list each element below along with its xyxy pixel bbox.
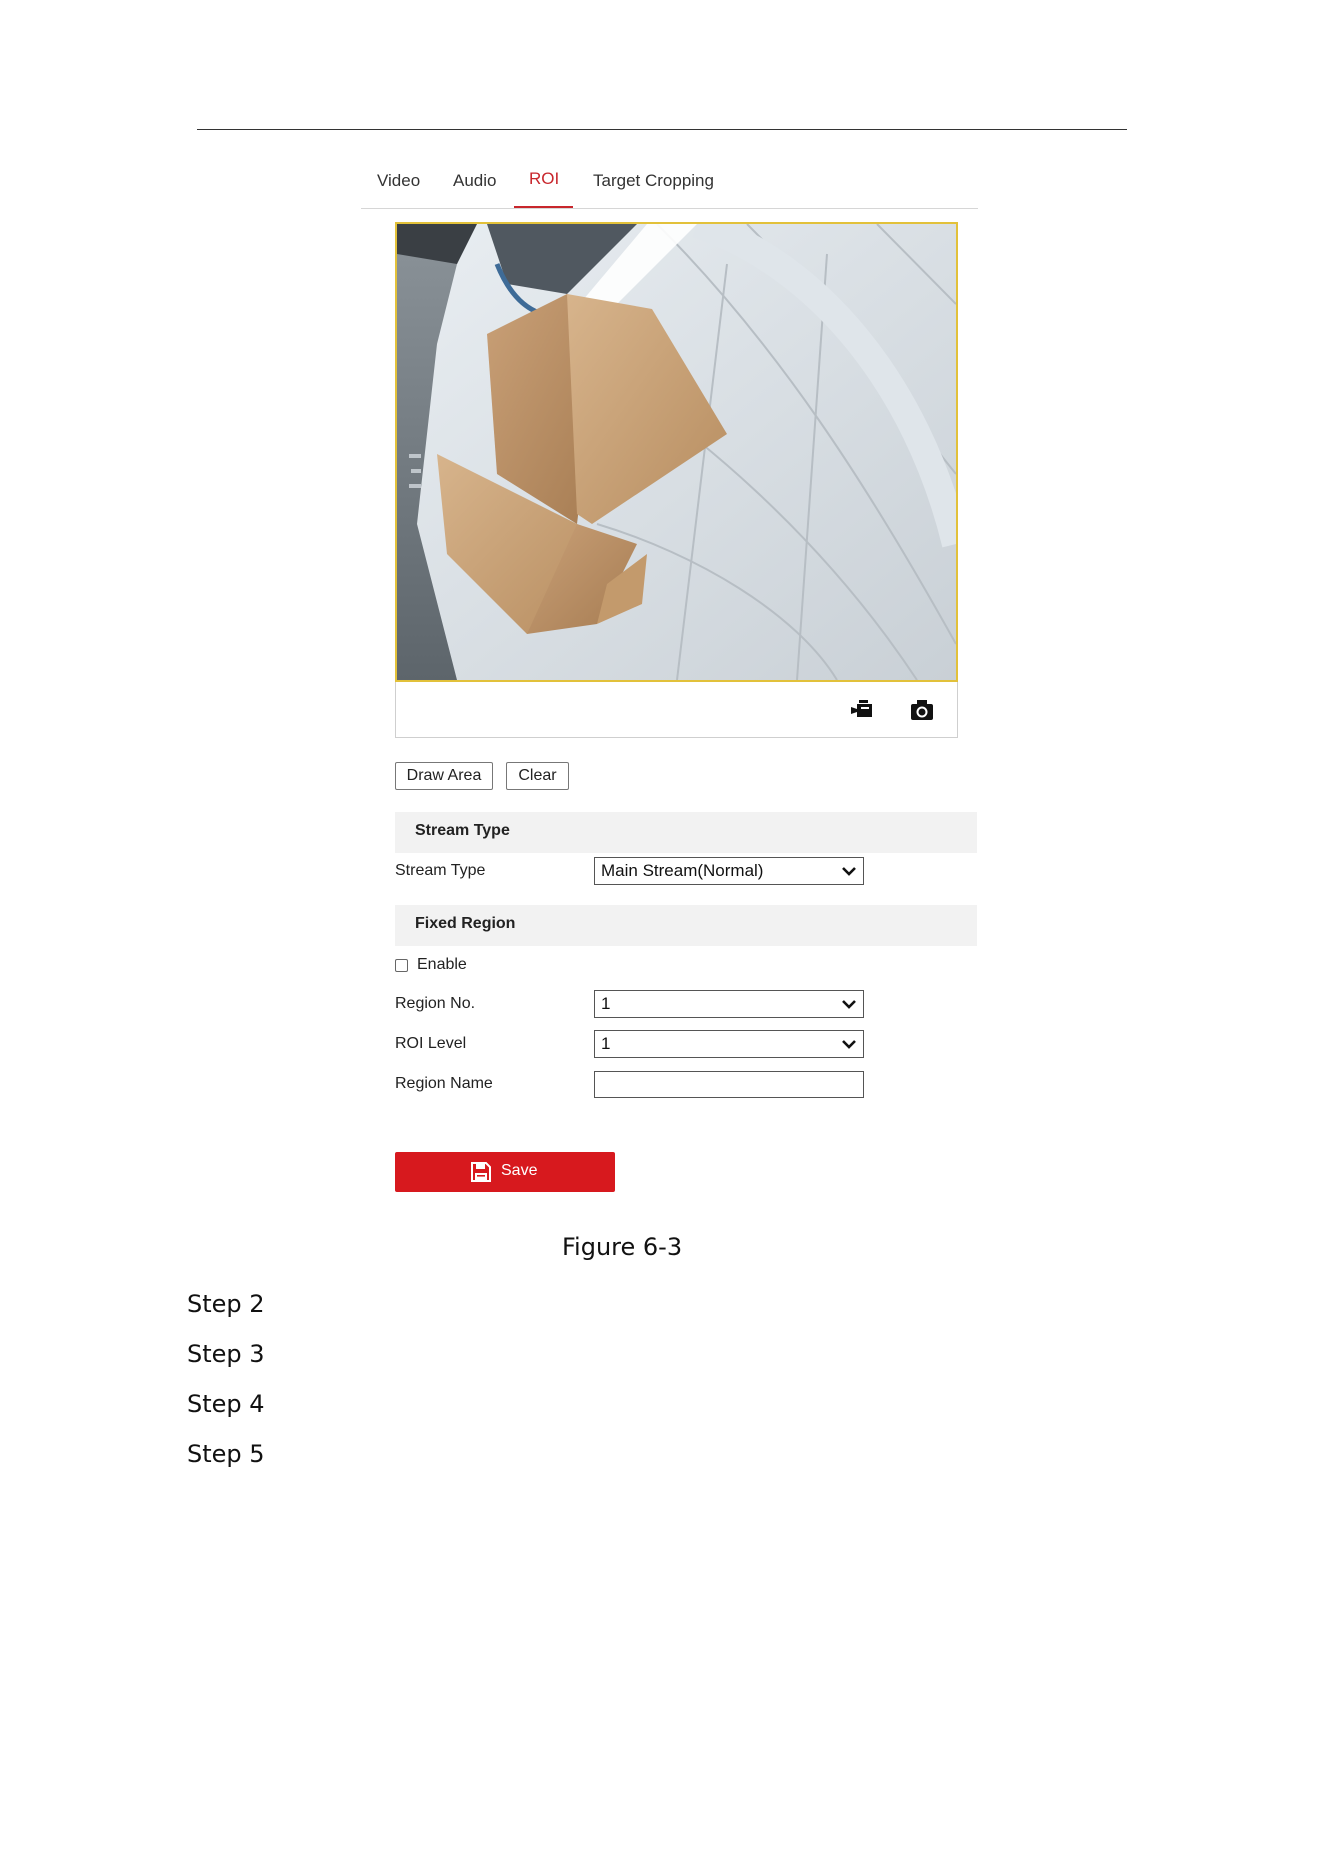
step-label: Step 4: [187, 1390, 265, 1418]
chevron-down-icon: [842, 1000, 856, 1009]
roi-level-select[interactable]: 1: [594, 1030, 864, 1058]
tab-video[interactable]: Video: [377, 171, 420, 191]
stream-type-section-header: Stream Type: [395, 812, 977, 853]
chevron-down-icon: [842, 867, 856, 876]
stream-type-label: Stream Type: [395, 862, 486, 879]
region-no-value: 1: [601, 994, 611, 1013]
region-no-label: Region No.: [395, 995, 476, 1012]
save-label: Save: [501, 1162, 538, 1179]
enable-label: Enable: [417, 956, 467, 973]
enable-checkbox[interactable]: [395, 959, 408, 972]
tab-roi[interactable]: ROI: [529, 169, 559, 189]
header-rule: [197, 129, 1127, 130]
snapshot-icon[interactable]: [910, 698, 934, 722]
camera-scene: [397, 224, 956, 680]
region-name-label: Region Name: [395, 1075, 493, 1092]
stream-type-select[interactable]: Main Stream(Normal): [594, 857, 864, 885]
roi-level-value: 1: [601, 1034, 611, 1053]
clear-button[interactable]: Clear: [506, 762, 569, 790]
record-icon[interactable]: [850, 698, 874, 722]
save-icon: [471, 1162, 491, 1182]
step-label: Step 5: [187, 1440, 265, 1468]
tab-audio[interactable]: Audio: [453, 171, 496, 191]
region-no-select[interactable]: 1: [594, 990, 864, 1018]
section-title: Stream Type: [415, 822, 510, 839]
save-button[interactable]: Save: [395, 1152, 615, 1192]
region-name-input[interactable]: [594, 1071, 864, 1098]
roi-level-label: ROI Level: [395, 1035, 467, 1052]
section-title: Fixed Region: [415, 915, 516, 932]
figure-caption: Figure 6-3: [562, 1233, 683, 1261]
live-video-view[interactable]: [395, 222, 958, 682]
step-label: Step 2: [187, 1290, 265, 1318]
draw-area-button[interactable]: Draw Area: [395, 762, 493, 790]
video-toolbar: [395, 682, 958, 738]
chevron-down-icon: [842, 1040, 856, 1049]
fixed-region-section-header: Fixed Region: [395, 905, 977, 946]
stream-type-value: Main Stream(Normal): [601, 861, 764, 880]
step-label: Step 3: [187, 1340, 265, 1368]
active-tab-indicator: [514, 206, 573, 208]
tab-target-cropping[interactable]: Target Cropping: [593, 171, 714, 191]
